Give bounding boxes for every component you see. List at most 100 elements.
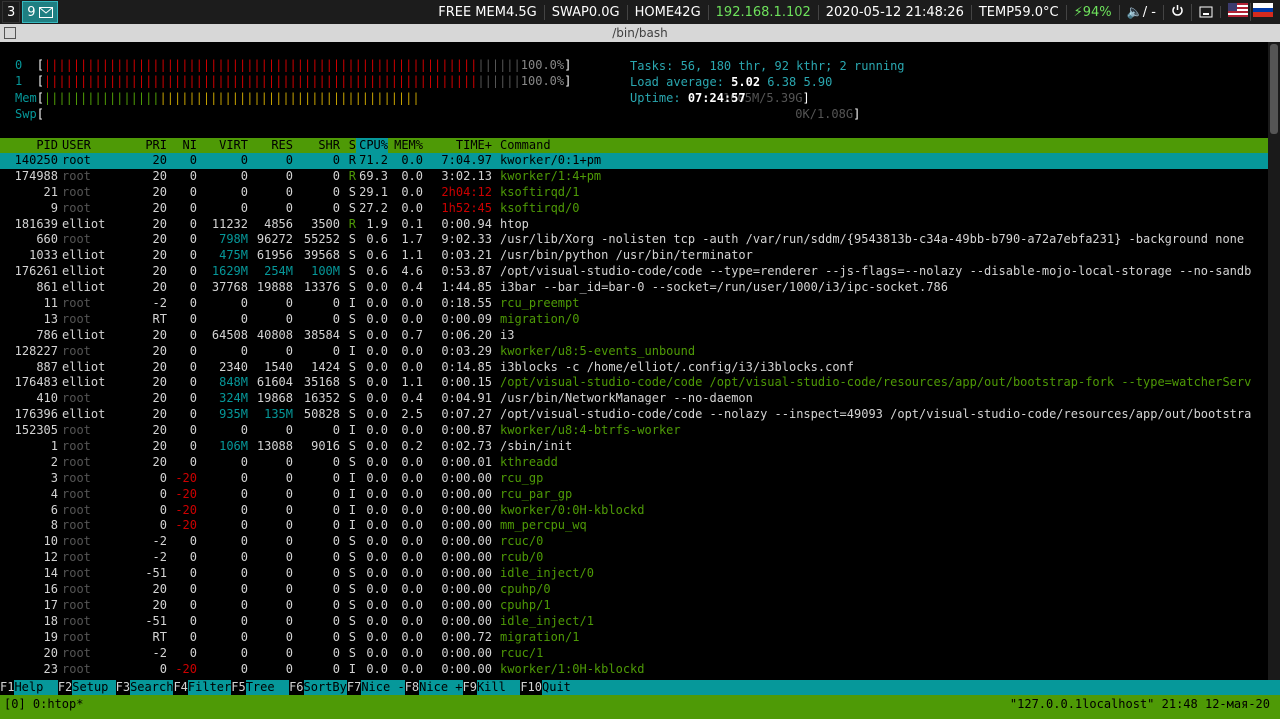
cell-s: S bbox=[348, 327, 356, 342]
col-pri[interactable]: PRI bbox=[134, 138, 167, 153]
tmux-window-list[interactable]: [0] 0:htop* bbox=[4, 695, 83, 713]
process-row[interactable]: 1 root 20 0 106M 13088 9016 S 0.0 0.2 0:02.73/sbin… bbox=[0, 439, 1268, 455]
process-row[interactable]: 23 root 0 -20 0 0 0 I 0.0 0.0 0:00.00 kworker/1:0H-… bbox=[0, 662, 1268, 678]
terminal-scrollbar[interactable] bbox=[1268, 42, 1280, 680]
process-row[interactable]: 181639 elliot 20 0 11232 4856 3500 R 1.9 0.1 0:00.… bbox=[0, 217, 1268, 233]
process-row[interactable]: 8 root 0 -20 0 0 0 I 0.0 0.0 0:00.00 mm_percpu_wq bbox=[0, 518, 1268, 534]
us-flag-icon[interactable] bbox=[1221, 3, 1251, 21]
fkey-f6[interactable]: F6 SortBy bbox=[289, 680, 347, 695]
uptime-value: 07:24:57 bbox=[687, 91, 746, 105]
process-row[interactable]: 660 root 20 0 798M 96272 55252 S 0.6 1.7 9:02.33/u… bbox=[0, 232, 1268, 248]
fkey-f2[interactable]: F2 Setup bbox=[57, 680, 116, 695]
cell-time: 0:03.21 bbox=[441, 248, 492, 263]
cell-res: 0 bbox=[285, 582, 293, 597]
process-row[interactable]: 2 root 20 0 0 0 0 S 0.0 0.0 0:00.01 kthreadd bbox=[0, 455, 1268, 471]
cell-pid: 8 bbox=[50, 518, 58, 533]
cell-shr: 0 bbox=[332, 200, 340, 215]
process-row[interactable]: 174988 root 20 0 0 0 0 R 69.3 0.0 3:02.13 kworker/1… bbox=[0, 169, 1268, 185]
col-user[interactable]: USER bbox=[58, 138, 134, 153]
cell-cmd: kworker/0:1+pm bbox=[500, 153, 602, 167]
uptime-label: Uptime: bbox=[630, 91, 681, 105]
col-time[interactable]: TIME+ bbox=[423, 138, 492, 153]
process-row[interactable]: 12 root -2 0 0 0 0 S 0.0 0.0 0:00.00 rcub/0 bbox=[0, 550, 1268, 566]
process-row[interactable]: 16 root 20 0 0 0 0 S 0.0 0.0 0:00.00 cpuhp/0 bbox=[0, 582, 1268, 598]
col-state[interactable]: S bbox=[340, 138, 356, 153]
cell-virt: 935M bbox=[219, 407, 248, 422]
process-row[interactable]: 18 root -51 0 0 0 0 S 0.0 0.0 0:00.00 idle_inject/1 bbox=[0, 614, 1268, 630]
process-row[interactable]: 13 root RT 0 0 0 0 S 0.0 0.0 0:00.09 migration/0 bbox=[0, 312, 1268, 328]
fkey-f1[interactable]: F1 Help bbox=[0, 680, 58, 695]
cell-pri: 20 bbox=[152, 582, 167, 597]
cell-s: S bbox=[348, 645, 356, 660]
col-virt[interactable]: VIRT bbox=[197, 138, 248, 153]
workspace-9[interactable]: 9 bbox=[22, 1, 58, 23]
col-mem[interactable]: MEM% bbox=[388, 138, 423, 153]
cell-res: 0 bbox=[285, 311, 293, 326]
volume-block[interactable]: 🔈/ - bbox=[1120, 4, 1164, 20]
process-row[interactable]: 17 root 20 0 0 0 0 S 0.0 0.0 0:00.00 cpuhp/1 bbox=[0, 598, 1268, 614]
process-row[interactable]: 861 elliot 20 0 37768 19888 13376 S 0.0 0.4 1:44.8… bbox=[0, 280, 1268, 296]
col-shr[interactable]: SHR bbox=[293, 138, 340, 153]
fkey-f7[interactable]: F7 Nice - bbox=[346, 680, 405, 695]
fkey-f3[interactable]: F3 Search bbox=[115, 680, 173, 695]
col-ni[interactable]: NI bbox=[167, 138, 197, 153]
col-pid[interactable]: PID bbox=[0, 138, 58, 153]
cell-shr: 38584 bbox=[303, 327, 340, 342]
keyboard-icon[interactable] bbox=[1192, 6, 1221, 18]
process-row[interactable]: 11 root -2 0 0 0 0 I 0.0 0.0 0:18.55 rcu_preempt bbox=[0, 296, 1268, 312]
col-cpu[interactable]: CPU% bbox=[356, 138, 388, 153]
process-row[interactable]: 20 root -2 0 0 0 0 S 0.0 0.0 0:00.00 rcuc/1 bbox=[0, 646, 1268, 662]
terminal-titlebar[interactable]: /bin/bash bbox=[0, 24, 1280, 42]
process-row[interactable]: 6 root 0 -20 0 0 0 I 0.0 0.0 0:00.00 kworker/0:0H-k… bbox=[0, 503, 1268, 519]
process-row[interactable]: 786 elliot 20 0 64508 40808 38584 S 0.0 0.7 0:06.2… bbox=[0, 328, 1268, 344]
fkey-f10[interactable]: F10 Quit bbox=[520, 680, 571, 695]
process-row[interactable]: 140250 root 20 0 0 0 0 R 71.2 0.0 7:04.97 kworker/0… bbox=[0, 153, 1268, 169]
process-row[interactable]: 10 root -2 0 0 0 0 S 0.0 0.0 0:00.00 rcuc/0 bbox=[0, 534, 1268, 550]
cell-cmd: rcu_gp bbox=[500, 470, 544, 485]
process-list[interactable]: 140250 root 20 0 0 0 0 R 71.2 0.0 7:04.97 kworker/0… bbox=[0, 153, 1268, 680]
process-row[interactable]: 410 root 20 0 324M 19868 16352 S 0.0 0.4 0:04.91/u… bbox=[0, 391, 1268, 407]
fkey-f9[interactable]: F9 Kill bbox=[462, 680, 521, 695]
cell-virt: 0 bbox=[240, 566, 248, 581]
cell-virt: 0 bbox=[240, 613, 248, 628]
cell-pri: -2 bbox=[152, 296, 167, 311]
fkey-f4[interactable]: F4 Filter bbox=[173, 680, 231, 695]
cell-s: R bbox=[348, 153, 356, 167]
scrollbar-thumb[interactable] bbox=[1270, 44, 1278, 134]
process-row[interactable]: 3 root 0 -20 0 0 0 I 0.0 0.0 0:00.00 rcu_gp bbox=[0, 471, 1268, 487]
fkey-f8[interactable]: F8 Nice + bbox=[404, 680, 463, 695]
cell-ni: 0 bbox=[189, 168, 197, 183]
fkey-f5[interactable]: F5 Tree bbox=[231, 680, 289, 695]
i3-bar: 3 9 FREE MEM4.5G SWAP0.0G HOME42G 192.16… bbox=[0, 0, 1280, 24]
process-row[interactable]: 176483 elliot 20 0 848M 61604 35168 S 0.0 1.1 0:00… bbox=[0, 375, 1268, 391]
workspace-3[interactable]: 3 bbox=[2, 1, 21, 23]
cell-ni: 0 bbox=[189, 439, 197, 454]
col-res[interactable]: RES bbox=[248, 138, 293, 153]
cell-user: root bbox=[62, 566, 91, 581]
cell-user: root bbox=[62, 502, 91, 517]
cell-mem: 0.0 bbox=[401, 200, 423, 215]
process-row[interactable]: 176396 elliot 20 0 935M 135M 50828 S 0.0 2.5 0:07.… bbox=[0, 407, 1268, 423]
process-row[interactable]: 21 root 20 0 0 0 0 S 29.1 0.0 2h04:12 ksoftirqd/1 bbox=[0, 185, 1268, 201]
cell-s: S bbox=[348, 629, 356, 644]
process-row[interactable]: 128227 root 20 0 0 0 0 I 0.0 0.0 0:03.29 kworker/u8… bbox=[0, 344, 1268, 360]
process-row[interactable]: 152305 root 20 0 0 0 0 I 0.0 0.0 0:00.87 kworker/u8… bbox=[0, 423, 1268, 439]
process-row[interactable]: 9 root 20 0 0 0 0 S 27.2 0.0 1h52:45 ksoftirqd/0 bbox=[0, 201, 1268, 217]
process-row[interactable]: 14 root -51 0 0 0 0 S 0.0 0.0 0:00.00 idle_inject/0 bbox=[0, 566, 1268, 582]
cell-ni: -20 bbox=[175, 502, 197, 517]
cell-mem: 0.0 bbox=[401, 311, 423, 326]
process-row[interactable]: 4 root 0 -20 0 0 0 I 0.0 0.0 0:00.00 rcu_par_gp bbox=[0, 487, 1268, 503]
cell-shr: 0 bbox=[332, 582, 340, 597]
cell-time: 0:00.00 bbox=[441, 486, 492, 501]
process-row[interactable]: 176261 elliot 20 0 1629M 254M 100M S 0.6 4.6 0:53.… bbox=[0, 264, 1268, 280]
cell-shr: 0 bbox=[332, 184, 340, 199]
process-row[interactable]: 1033 elliot 20 0 475M 61956 39568 S 0.6 1.1 0:03.2… bbox=[0, 248, 1268, 264]
process-row[interactable]: 19 root RT 0 0 0 0 S 0.0 0.0 0:00.72 migration/1 bbox=[0, 630, 1268, 646]
cell-s: S bbox=[348, 311, 356, 326]
process-row[interactable]: 887 elliot 20 0 2340 1540 1424 S 0.0 0.0 0:14.85 i3… bbox=[0, 360, 1268, 376]
cell-mem: 0.0 bbox=[401, 343, 423, 358]
cell-mem: 0.1 bbox=[401, 216, 423, 231]
ru-flag-icon[interactable] bbox=[1251, 3, 1280, 21]
col-command[interactable]: Command bbox=[492, 138, 1268, 153]
power-icon[interactable] bbox=[1164, 3, 1192, 21]
